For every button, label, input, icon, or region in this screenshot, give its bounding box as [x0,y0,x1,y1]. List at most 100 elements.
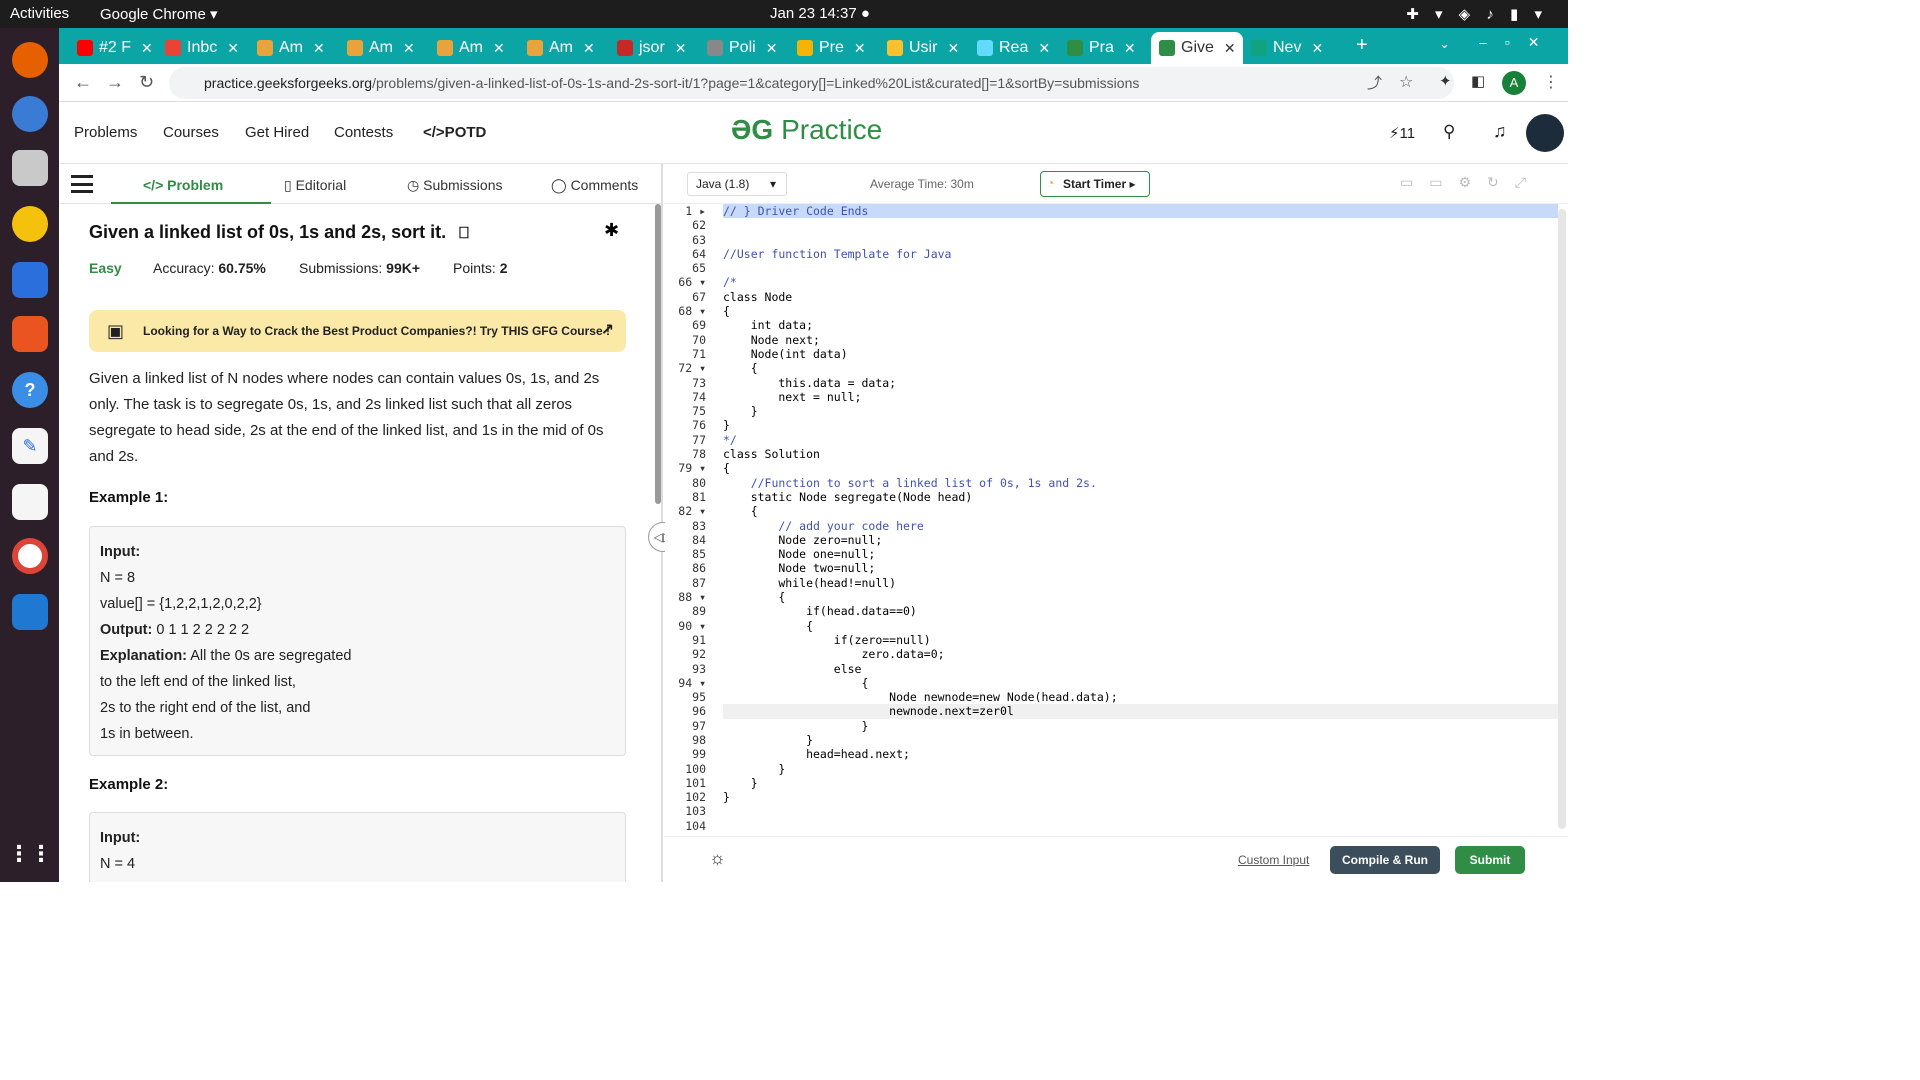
language-select[interactable]: Java (1.8) ▾ [687,172,787,196]
tab-close-icon[interactable]: ✕ [1038,40,1050,57]
browser-tab[interactable]: Rea ✕ [969,32,1059,64]
course-promo-banner[interactable]: ▣ Looking for a Way to Crack the Best Pr… [89,310,626,352]
vscode-icon[interactable] [12,594,48,630]
streak-count[interactable]: ⚡11 [1389,124,1415,142]
tab-close-icon[interactable]: ✕ [1124,40,1136,57]
back-button[interactable]: ← [74,72,92,93]
new-tab-button[interactable]: + [1356,34,1368,57]
thunderbird-icon[interactable] [12,96,48,132]
browser-tab[interactable]: Pra ✕ [1059,32,1151,64]
tab-label: Am [459,39,483,56]
tab-problem[interactable]: </> Problem [143,177,223,193]
browser-tab[interactable]: Inbc ✕ [157,32,249,64]
window-controls[interactable]: –▫✕ [1479,34,1557,51]
code-line: static Node segregate(Node head) [723,489,973,504]
browser-tab[interactable]: Am ✕ [249,32,339,64]
line-number: 95 [692,690,706,705]
browser-tab[interactable]: Am ✕ [339,32,429,64]
browser-tab[interactable]: Am ✕ [429,32,519,64]
browser-tab[interactable]: #2 F ✕ [69,32,157,64]
code-line: } [723,761,786,776]
tab-close-icon[interactable]: ✕ [313,40,325,57]
browser-tab[interactable]: Pre ✕ [789,32,879,64]
problem-description: Given a linked list of N nodes where nod… [89,370,604,465]
share-icon[interactable]: ⤴ [1367,72,1382,93]
firefox-icon[interactable] [12,42,48,78]
submit-button[interactable]: Submit [1455,846,1525,874]
software-center-icon[interactable] [12,316,48,352]
tab-close-icon[interactable]: ✕ [141,40,153,57]
bookmark-icon[interactable]: ⎕ [459,225,469,242]
tab-submissions[interactable]: ◷ Submissions [407,177,502,194]
address-bar[interactable]: practice.geeksforgeeks.org/problems/give… [169,67,1454,99]
editor-scrollbar[interactable] [1558,209,1566,829]
app-menu[interactable]: Google Chrome ▾ [100,5,218,23]
nav-courses[interactable]: Courses [163,124,219,141]
start-timer-button[interactable]: ◔ Start Timer ▸ [1040,171,1150,197]
tab-close-icon[interactable]: ✕ [1224,40,1236,57]
browser-tab[interactable]: jsor ✕ [609,32,699,64]
chrome-icon[interactable] [12,538,48,574]
browser-tab[interactable]: Nev ✕ [1243,32,1335,64]
nav-contests[interactable]: Contests [334,124,393,141]
nav-problems[interactable]: Problems [74,124,137,141]
tab-editorial[interactable]: ▯ Editorial [284,177,346,194]
line-number: 101 [685,775,706,790]
tab-favicon-icon [617,40,633,56]
browser-tab[interactable]: Give ✕ [1151,32,1243,64]
files-icon[interactable] [12,150,48,186]
custom-input-link[interactable]: Custom Input [1238,853,1309,867]
tab-close-icon[interactable]: ✕ [675,40,687,57]
tab-comments[interactable]: ◯ Comments [551,177,638,194]
show-apps-icon[interactable]: ⋮⋮ [8,836,52,872]
notification-bell-icon[interactable]: ♫ [1493,121,1507,142]
activities-button[interactable]: Activities [10,5,69,22]
browser-tab[interactable]: Usir ✕ [879,32,969,64]
browser-tab[interactable]: Poli ✕ [699,32,789,64]
user-avatar[interactable] [1526,114,1564,152]
tab-search-icon[interactable]: ⌄ [1439,36,1450,52]
tab-close-icon[interactable]: ✕ [766,40,778,57]
code-editor-panel: Java (1.8) ▾ Average Time: 30m ◔ Start T… [665,164,1568,882]
help-icon[interactable]: ? [12,372,48,408]
gimp-icon[interactable] [12,484,48,520]
example-2-n: N = 4 [100,856,136,872]
nav-potd[interactable]: </>POTD [423,124,486,141]
profile-avatar[interactable]: A [1502,71,1526,95]
tab-close-icon[interactable]: ✕ [947,40,959,57]
bookmark-star-icon[interactable]: ☆ [1399,72,1413,92]
reload-button[interactable]: ↻ [139,72,154,93]
hint-lightbulb-icon[interactable]: ☼ [709,848,726,869]
text-editor-icon[interactable]: ✎ [12,428,48,464]
code-area[interactable]: // } Driver Code Ends //User function Tem… [723,204,1558,834]
tab-close-icon[interactable]: ✕ [854,40,866,57]
forward-button[interactable]: → [106,72,124,93]
left-scrollbar[interactable] [655,204,661,504]
tab-close-icon[interactable]: ✕ [403,40,415,57]
tab-close-icon[interactable]: ✕ [493,40,505,57]
difficulty-badge: Easy [89,260,122,276]
browser-tab[interactable]: Am ✕ [519,32,609,64]
tab-close-icon[interactable]: ✕ [583,40,595,57]
extensions-icon[interactable]: ✦ [1439,72,1452,90]
nav-get-hired[interactable]: Get Hired [245,124,309,141]
compile-run-button[interactable]: Compile & Run [1330,846,1440,874]
line-number: 100 [685,761,706,776]
system-clock[interactable]: Jan 23 14:37 ● [770,5,870,22]
gfg-practice-logo[interactable]: ƏG Practice [731,114,882,146]
writer-icon[interactable] [12,262,48,298]
editor-actions[interactable]: ▭▭⚙↻⤢ [1400,174,1542,191]
search-icon[interactable]: ⚲ [1443,122,1455,142]
report-bug-icon[interactable]: ✱ [604,220,619,241]
external-link-icon: ↗ [600,322,614,339]
dock: ? ✎ ⋮⋮ [0,28,59,882]
hamburger-menu-icon[interactable] [71,175,93,193]
chrome-menu-icon[interactable]: ⋮ [1543,72,1559,92]
tab-close-icon[interactable]: ✕ [227,40,239,57]
side-panel-icon[interactable]: ◧ [1471,72,1485,90]
tab-close-icon[interactable]: ✕ [1311,40,1323,57]
system-tray[interactable]: ✚ ▾ ◈ ♪ ▮ ▾ [1406,5,1548,23]
points-value: 2 [499,260,508,276]
rhythmbox-icon[interactable] [12,206,48,242]
